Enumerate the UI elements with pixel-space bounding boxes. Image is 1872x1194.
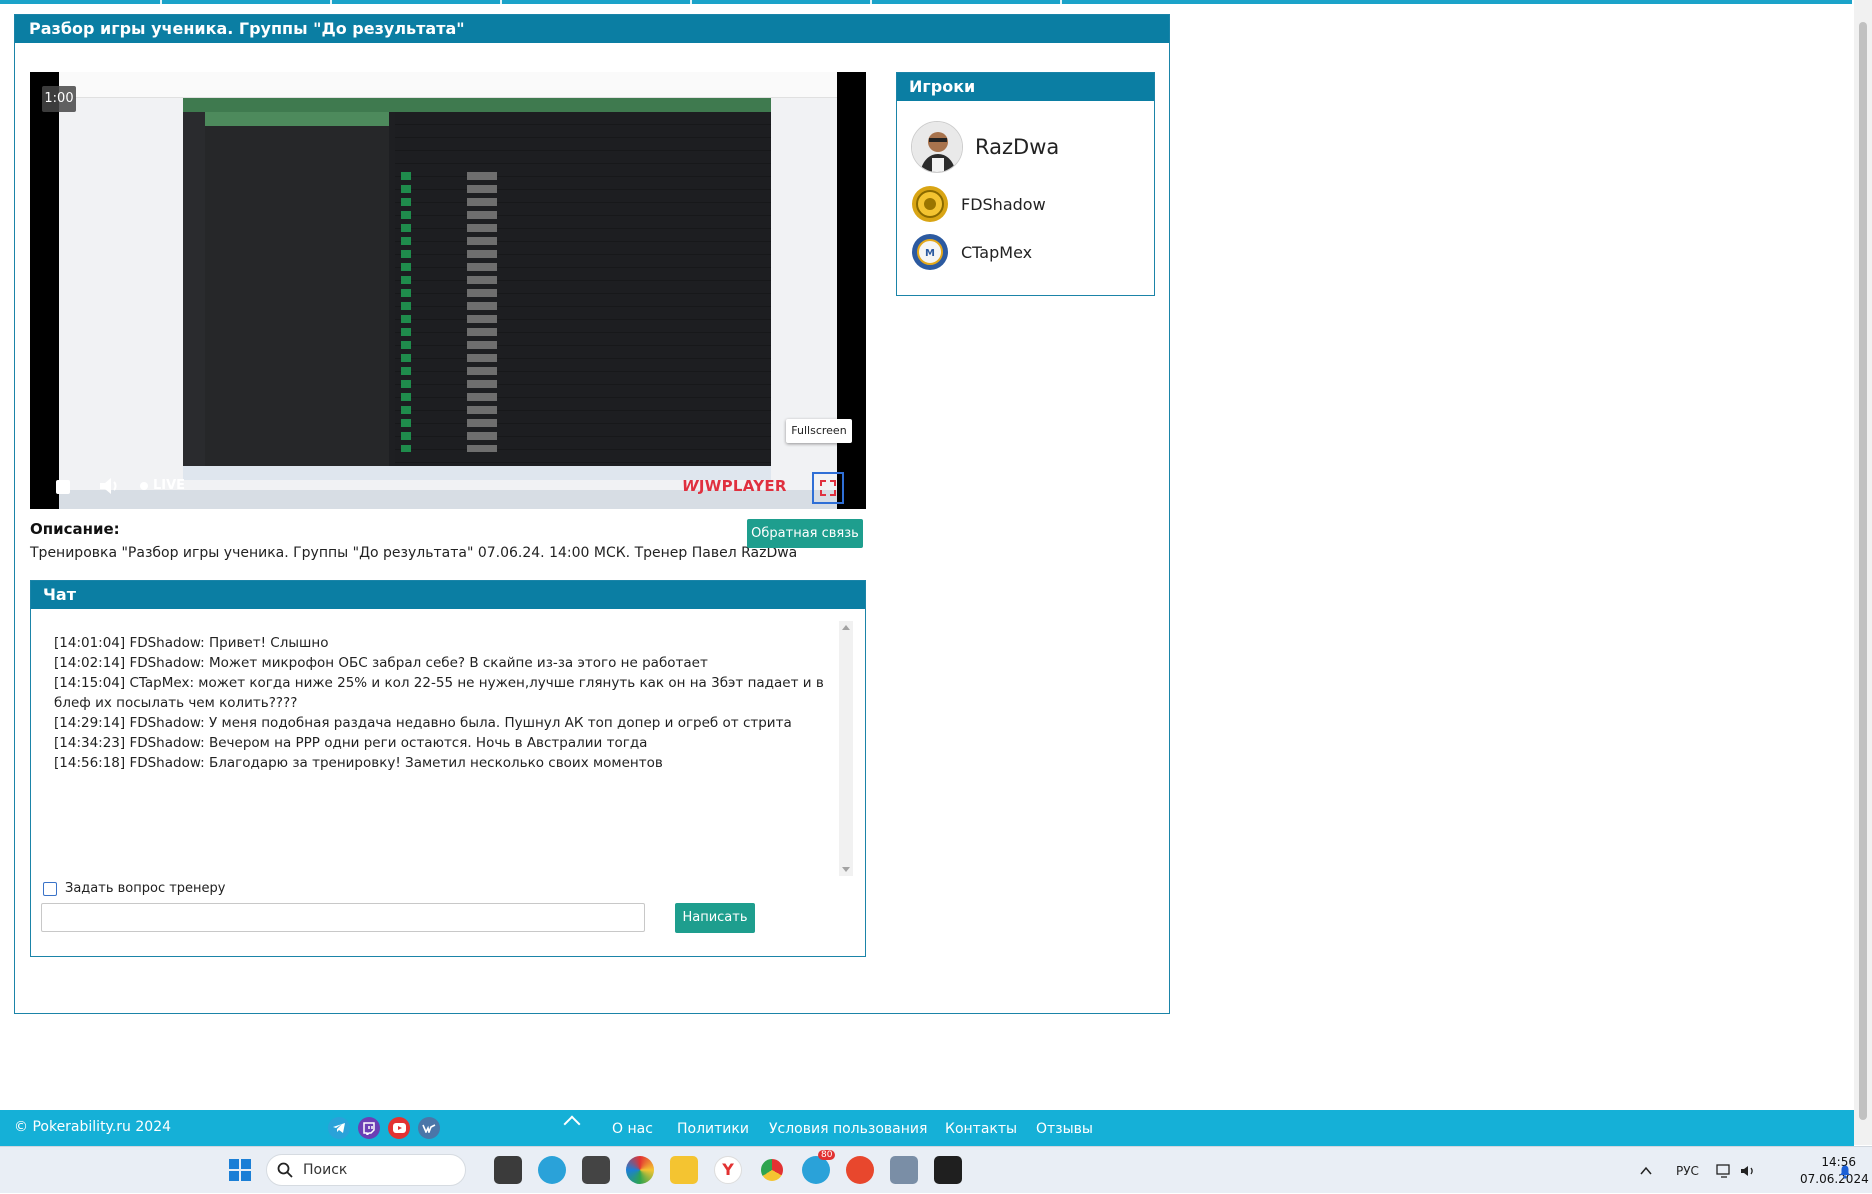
telegram-icon[interactable]: [328, 1117, 350, 1139]
chat-message-input[interactable]: [41, 903, 645, 932]
os-taskbar: Поиск Y 80 РУС 14:56 07.06.2024: [0, 1146, 1872, 1193]
scroll-down-icon[interactable]: [842, 867, 850, 872]
top-accent-bar: [0, 0, 1852, 4]
send-button[interactable]: Написать: [675, 903, 755, 933]
players-title: Игроки: [897, 73, 1154, 101]
video-frame: [59, 72, 837, 509]
vk-icon[interactable]: [418, 1117, 440, 1139]
window-app-icon[interactable]: [890, 1156, 918, 1184]
chat-message: [14:01:04] FDShadow: Привет! Слышно: [54, 635, 329, 651]
taskbar-search[interactable]: Поиск: [266, 1154, 466, 1186]
chat-message: [14:56:18] FDShadow: Благодарю за тренир…: [54, 755, 663, 771]
folder-icon[interactable]: [670, 1156, 698, 1184]
page-scrollbar[interactable]: [1854, 0, 1872, 1145]
language-indicator[interactable]: РУС: [1676, 1147, 1699, 1194]
page-title: Разбор игры ученика. Группы "До результа…: [15, 15, 1169, 43]
ask-coach-option[interactable]: Задать вопрос тренеру: [43, 881, 226, 896]
scroll-to-top-icon[interactable]: [563, 1115, 581, 1133]
scroll-up-icon[interactable]: [842, 625, 850, 630]
telegram-taskbar-icon[interactable]: 80: [802, 1150, 836, 1184]
volume-icon[interactable]: [98, 475, 122, 497]
stop-button[interactable]: [56, 480, 70, 494]
chat-panel: Чат [14:01:04] FDShadow: Привет! Слышно …: [30, 580, 866, 957]
chat-message: [14:02:14] FDShadow: Может микрофон ОБС …: [54, 655, 708, 671]
chat-title: Чат: [31, 581, 865, 609]
fullscreen-button[interactable]: [812, 472, 844, 504]
footer-link-about[interactable]: О нас: [612, 1121, 653, 1137]
notification-bell-icon[interactable]: [1838, 1147, 1852, 1194]
notification-badge: 80: [818, 1150, 836, 1160]
player-item-fdshadow[interactable]: FDShadow: [911, 185, 1046, 223]
jwplayer-logo[interactable]: WJWPLAYER: [682, 477, 787, 495]
search-icon: [277, 1162, 293, 1178]
hand2note-icon[interactable]: [934, 1156, 962, 1184]
player-name: RazDwa: [975, 135, 1060, 159]
players-panel: Игроки RazDwa FDShadow M CTapMex: [896, 72, 1155, 296]
player-item-razdwa[interactable]: RazDwa: [911, 121, 1059, 173]
video-stream-titlebar: [59, 72, 837, 98]
player-name: FDShadow: [961, 194, 1046, 214]
windows-start-icon[interactable]: [226, 1156, 254, 1184]
live-label: LIVE: [153, 478, 186, 493]
avatar: M: [911, 233, 949, 271]
description-text: Тренировка "Разбор игры ученика. Группы …: [30, 545, 798, 561]
feedback-button[interactable]: Обратная связь: [747, 519, 863, 548]
media-app-icon[interactable]: [582, 1156, 610, 1184]
twitch-icon[interactable]: [358, 1117, 380, 1139]
file-manager-icon[interactable]: [494, 1156, 522, 1184]
avatar: [911, 121, 963, 173]
footer-link-contacts[interactable]: Контакты: [945, 1121, 1017, 1137]
tray-chevron-icon[interactable]: [1640, 1147, 1652, 1194]
skype-icon[interactable]: [538, 1156, 566, 1184]
footer-link-reviews[interactable]: Отзывы: [1036, 1121, 1093, 1137]
video-time-badge: 1:00: [42, 86, 76, 112]
video-controls: LIVE WJWPLAYER: [30, 470, 866, 508]
live-dot-icon: [140, 481, 148, 490]
chat-messages: [14:01:04] FDShadow: Привет! Слышно [14:…: [54, 633, 844, 773]
chat-message: [14:29:14] FDShadow: У меня подобная раз…: [54, 715, 792, 731]
yandex-browser-icon[interactable]: Y: [714, 1156, 742, 1184]
network-icon[interactable]: [1716, 1147, 1732, 1194]
svg-text:M: M: [925, 248, 935, 259]
footer-link-policies[interactable]: Политики: [677, 1121, 749, 1137]
youtube-icon[interactable]: [388, 1117, 410, 1139]
video-stream-app-window: [183, 98, 771, 466]
chat-message: [14:34:23] FDShadow: Вечером на PPP одни…: [54, 735, 648, 751]
video-player[interactable]: [30, 72, 866, 509]
player-name: CTapMex: [961, 242, 1033, 262]
taskbar-search-placeholder: Поиск: [303, 1162, 348, 1178]
color-app-icon[interactable]: [626, 1156, 654, 1184]
chat-message: [14:15:04] CTapMex: может когда ниже 25%…: [54, 675, 824, 711]
avatar: [911, 185, 949, 223]
page-scrollbar-thumb[interactable]: [1859, 22, 1867, 1120]
fullscreen-tooltip: Fullscreen: [786, 419, 852, 443]
ask-coach-checkbox[interactable]: [43, 881, 57, 896]
office-app-icon[interactable]: [846, 1156, 874, 1184]
chat-scrollbar[interactable]: [839, 621, 853, 876]
player-item-ctapmex[interactable]: M CTapMex: [911, 233, 1032, 271]
chrome-icon[interactable]: [758, 1156, 786, 1184]
live-indicator[interactable]: LIVE: [140, 478, 185, 493]
site-footer: © Pokerability.ru 2024 О нас Политики Ус…: [0, 1110, 1854, 1146]
volume-tray-icon[interactable]: [1740, 1147, 1756, 1194]
ask-coach-label: Задать вопрос тренеру: [65, 881, 226, 896]
description-title: Описание:: [30, 520, 120, 538]
copyright: © Pokerability.ru 2024: [14, 1119, 172, 1135]
footer-link-terms[interactable]: Условия пользования: [769, 1121, 927, 1137]
